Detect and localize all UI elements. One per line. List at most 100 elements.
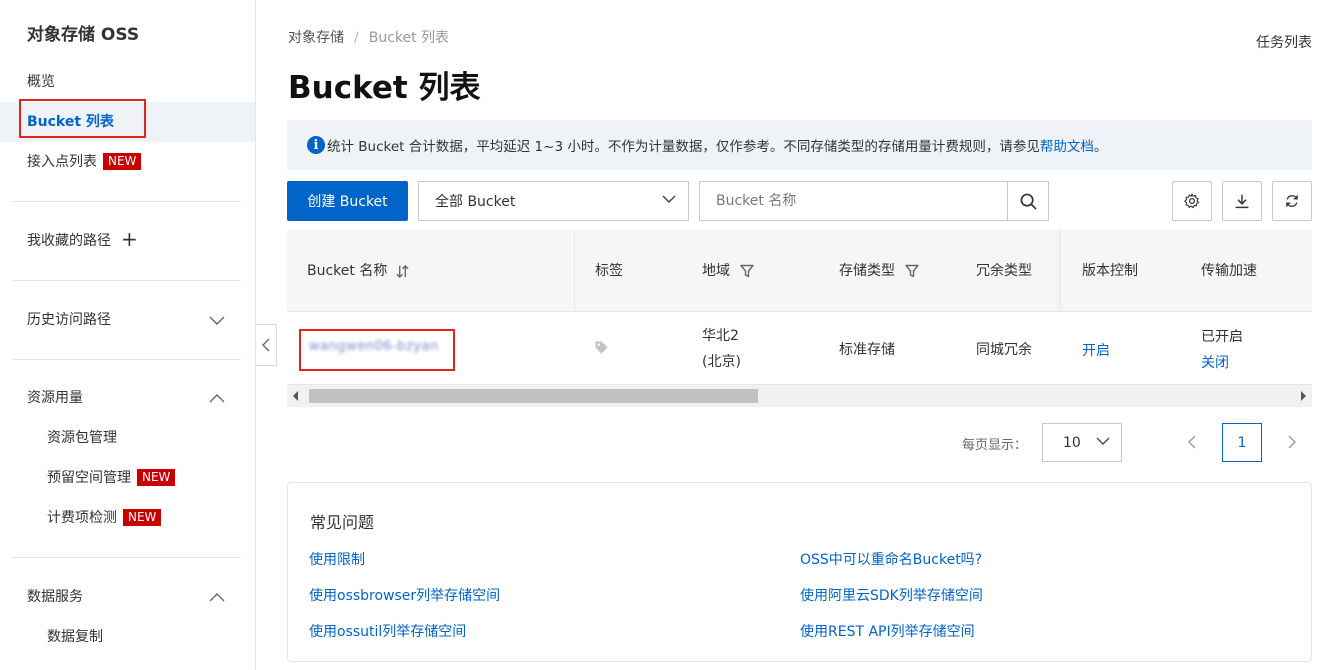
sidebar-item-reserved-space[interactable]: 预留空间管理 NEW [0, 458, 255, 498]
column-header-name[interactable]: Bucket 名称 [307, 230, 409, 312]
sidebar-divider [12, 201, 241, 202]
new-badge: NEW [123, 508, 162, 526]
sidebar-item-data-replication[interactable]: 数据复制 [0, 617, 255, 657]
sidebar-divider [12, 557, 241, 558]
sidebar-item-label: 历史访问路径 [27, 312, 111, 328]
sidebar-collapse-button[interactable] [256, 324, 277, 366]
column-header-transfer-accel: 传输加速 [1201, 263, 1257, 279]
sidebar-item-label: 资源用量 [27, 390, 83, 406]
sidebar-item-history[interactable]: 历史访问路径 [0, 300, 255, 340]
breadcrumb-root[interactable]: 对象存储 [288, 30, 344, 46]
faq-link[interactable]: 使用阿里云SDK列举存储空间 [800, 585, 983, 605]
tag-icon[interactable] [594, 340, 609, 359]
faq-link[interactable]: OSS中可以重命名Bucket吗? [800, 549, 982, 569]
sidebar-item-resource-pack[interactable]: 资源包管理 [0, 418, 255, 458]
faq-link[interactable]: 使用ossbrowser列举存储空间 [309, 585, 500, 605]
redundancy-cell: 同城冗余 [976, 342, 1032, 358]
notice-suffix: 。 [1093, 139, 1108, 155]
sidebar-title: 对象存储 OSS [27, 25, 140, 45]
page-size-value: 10 [1063, 434, 1081, 451]
search-icon [1020, 193, 1037, 210]
bucket-search-input[interactable] [700, 182, 1007, 220]
sidebar-item-label: 数据复制 [47, 629, 103, 645]
sort-icon[interactable] [396, 264, 409, 278]
task-list-link[interactable]: 任务列表 [1256, 32, 1312, 52]
bucket-filter-value: 全部 Bucket [435, 194, 516, 210]
scrollbar-thumb[interactable] [309, 389, 758, 403]
column-header-storage-class: 存储类型 [839, 230, 920, 312]
tag-icon [595, 341, 608, 354]
refresh-icon [1286, 195, 1298, 207]
current-page-button[interactable]: 1 [1222, 423, 1262, 462]
page-title: Bucket 列表 [288, 70, 481, 106]
horizontal-scrollbar[interactable] [287, 385, 1312, 407]
chevron-up-icon [209, 593, 225, 602]
gear-icon [1184, 193, 1200, 209]
sidebar-item-data-service[interactable]: 数据服务 [0, 577, 255, 617]
breadcrumb-current: Bucket 列表 [368, 30, 450, 46]
chevron-right-icon [1288, 435, 1296, 449]
filter-icon[interactable] [905, 264, 920, 278]
region-cell: 华北2 (北京) [702, 323, 741, 375]
sidebar-divider [12, 359, 241, 360]
transfer-status: 已开启 [1201, 329, 1243, 345]
download-button[interactable] [1222, 181, 1262, 221]
next-page-button[interactable] [1282, 432, 1302, 452]
chevron-down-icon [1096, 437, 1110, 445]
scroll-left-arrow[interactable] [293, 391, 298, 401]
table-header: Bucket 名称 标签 地域 存储类型 冗余类型 版本控制 传输加速 [287, 230, 1312, 312]
create-bucket-button[interactable]: 创建 Bucket [287, 181, 408, 221]
sidebar-item-billing-check[interactable]: 计费项检测 NEW [0, 498, 255, 538]
search-button[interactable] [1007, 182, 1048, 220]
info-notice: i 统计 Bucket 合计数据，平均延迟 1~3 小时。不作为计量数据，仅作参… [287, 120, 1312, 170]
sidebar-item-label: 预留空间管理 [47, 470, 131, 486]
sidebar-item-overview[interactable]: 概览 [0, 62, 255, 102]
faq-panel: 常见问题 使用限制 OSS中可以重命名Bucket吗? 使用ossbrowser… [287, 482, 1312, 662]
sidebar-item-access-points[interactable]: 接入点列表 NEW [0, 142, 255, 182]
bucket-filter-select[interactable]: 全部 Bucket [418, 181, 689, 221]
highlight-box [19, 99, 146, 138]
region-city: (北京) [702, 354, 741, 370]
sidebar-item-favorites[interactable]: 我收藏的路径 + [0, 221, 255, 261]
new-badge: NEW [137, 468, 176, 486]
column-label: Bucket 名称 [307, 263, 388, 279]
new-badge: NEW [103, 152, 142, 170]
download-icon [1235, 194, 1249, 209]
sidebar-item-resource-usage[interactable]: 资源用量 [0, 378, 255, 418]
column-header-tags: 标签 [595, 263, 623, 279]
breadcrumb: 对象存储 / Bucket 列表 [288, 27, 449, 47]
faq-link[interactable]: 使用ossutil列举存储空间 [309, 621, 466, 641]
sidebar-item-label: 资源包管理 [47, 430, 117, 446]
versioning-link[interactable]: 开启 [1082, 340, 1110, 360]
transfer-close-link[interactable]: 关闭 [1201, 352, 1229, 372]
page-size-label: 每页显示： [962, 438, 1028, 453]
plus-icon[interactable]: + [121, 229, 138, 249]
filter-icon[interactable] [740, 264, 755, 278]
scroll-right-arrow[interactable] [1301, 391, 1306, 401]
column-header-redundancy: 冗余类型 [976, 263, 1032, 279]
bucket-table: Bucket 名称 标签 地域 存储类型 冗余类型 版本控制 传输加速 wang… [287, 230, 1312, 407]
help-doc-link[interactable]: 帮助文档 [1040, 135, 1094, 155]
column-label: 存储类型 [839, 263, 895, 279]
faq-link[interactable]: 使用REST API列举存储空间 [800, 621, 975, 641]
sidebar-divider [12, 280, 241, 281]
page-size-select[interactable]: 10 [1042, 423, 1122, 462]
chevron-down-icon [662, 195, 676, 203]
chevron-down-icon [209, 316, 225, 325]
faq-title: 常见问题 [310, 513, 375, 532]
sidebar-item-label: 我收藏的路径 [27, 233, 111, 249]
column-label: 地域 [702, 263, 730, 279]
faq-link[interactable]: 使用限制 [309, 549, 365, 569]
breadcrumb-separator: / [354, 30, 359, 46]
sidebar-item-label: 概览 [27, 74, 55, 90]
sidebar-item-label: 接入点列表 [27, 154, 97, 170]
column-header-versioning: 版本控制 [1082, 263, 1138, 279]
column-header-region: 地域 [702, 230, 755, 312]
chevron-left-icon [262, 338, 270, 352]
refresh-button[interactable] [1272, 181, 1312, 221]
chevron-up-icon [209, 394, 225, 403]
sidebar: 对象存储 OSS 概览 Bucket 列表 接入点列表 NEW 我收藏的路径 + 历… [0, 0, 256, 670]
prev-page-button[interactable] [1182, 432, 1202, 452]
sidebar-item-label: 数据服务 [27, 589, 83, 605]
settings-button[interactable] [1172, 181, 1212, 221]
